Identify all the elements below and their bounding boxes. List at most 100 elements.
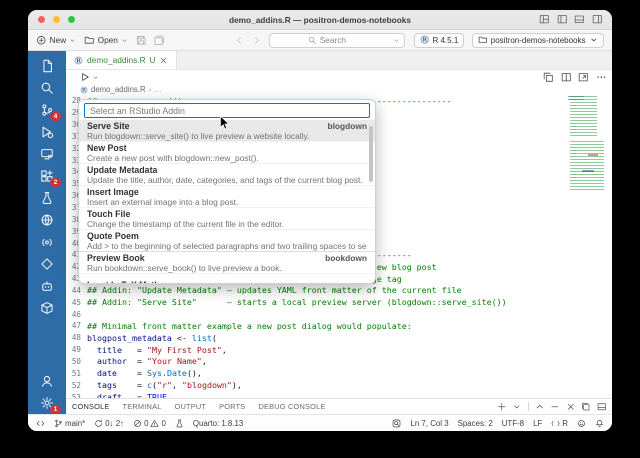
code-line[interactable]: 51 date = Sys.Date(), [66,367,612,379]
search-icon[interactable] [35,77,59,98]
code-line[interactable]: 49 title = "My First Post", [66,344,612,356]
close-tab-icon[interactable] [159,56,168,65]
more-actions-icon[interactable] [596,72,607,83]
customize-layout-icon[interactable] [539,14,550,25]
problems-status[interactable]: 00 [133,419,166,428]
code-line[interactable]: 52 tags = c("r", "blogdown"), [66,379,612,391]
interpreter-button[interactable]: R R 4.5.1 [414,33,464,48]
save-button[interactable] [136,35,147,46]
bell-icon [595,419,604,428]
extensions-icon[interactable]: 2 [35,165,59,186]
broadcast-icon[interactable] [35,231,59,252]
open-in-new-window-icon[interactable] [578,72,589,83]
folder-icon [84,35,95,46]
code-text: author = "Your Name", [87,356,207,366]
navigate-back-icon[interactable] [235,36,244,45]
sync-icon [94,419,103,428]
globe-icon[interactable] [35,209,59,230]
panel-layout-icon[interactable] [597,402,607,412]
source-control-icon[interactable]: 4 [35,99,59,120]
panel-tab-terminal[interactable]: TERMINAL [123,399,162,415]
encoding[interactable]: UTF-8 [502,419,524,428]
minimize-button[interactable] [53,16,60,23]
breadcrumb-ellipsis[interactable]: … [154,85,162,94]
run-file-icon[interactable] [80,72,90,82]
save-all-button[interactable] [154,35,165,46]
quickpick-item[interactable]: Preview BookbookdownRun bookdown::serve_… [79,251,375,273]
zoom-control[interactable] [392,419,401,428]
new-button[interactable]: New [36,35,76,46]
quickpick-item[interactable]: Touch FileChange the timestamp of the cu… [79,207,375,229]
quickpick-item[interactable]: Update MetadataUpdate the title, author,… [79,163,375,185]
session-status[interactable] [175,419,184,428]
command-center-search[interactable] [269,33,405,48]
panel-tab-console[interactable]: CONSOLE [72,399,110,415]
new-console-icon[interactable] [497,402,507,412]
account-icon[interactable] [35,370,59,391]
top-action-bar: New Open [28,30,612,51]
line-number: 52 [66,381,87,390]
close-button[interactable] [38,16,45,23]
feedback[interactable] [577,419,586,428]
code-line[interactable]: 47## Minimal front matter example a new … [66,320,612,332]
console-options-chevron-icon[interactable] [512,402,522,412]
toggle-panel-icon[interactable] [574,14,585,25]
quickpick-item[interactable]: New PostCreate a new post with blogdown:… [79,141,375,163]
sync-status[interactable]: 0↓ 2↑ [94,419,124,428]
notifications[interactable] [595,419,604,428]
remote-indicator[interactable] [36,419,45,428]
line-number: 51 [66,369,87,378]
addin-description: Insert an external image into a blog pos… [87,197,367,207]
panel-tab-output[interactable]: OUTPUT [175,399,207,415]
maximize-panel-icon[interactable] [535,402,545,412]
breadcrumb-file[interactable]: demo_addins.R [91,85,146,94]
minimize-panel-icon[interactable] [550,402,560,412]
quickpick-input[interactable] [90,106,364,116]
code-line[interactable]: 44## Addin: "Update Metadata" — updates … [66,285,612,297]
code-line[interactable]: 50 author = "Your Name", [66,356,612,368]
addin-description: Run blogdown::serve_site() to live previ… [87,131,367,141]
quickpick-scrollbar[interactable] [369,126,373,182]
close-panel-icon[interactable] [566,402,576,412]
toggle-secondary-sidebar-icon[interactable] [592,14,603,25]
code-line[interactable]: 48blogpost_metadata <- list( [66,332,612,344]
quarto-status[interactable]: Quarto: 1.8.13 [193,419,243,428]
zoom-button[interactable] [68,16,75,23]
braces-icon: { } [551,419,560,428]
diamond-icon [40,257,54,271]
open-in-new-window-icon[interactable] [581,402,591,412]
testing-icon[interactable] [35,187,59,208]
quickpick-item[interactable]: Quote PoemAdd > to the beginning of sele… [79,229,375,251]
console-icon[interactable] [35,143,59,164]
quickpick-item[interactable]: Insert ImageInsert an external image int… [79,185,375,207]
tab-demo-addins[interactable]: R demo_addins.R U [66,51,177,69]
eol[interactable]: LF [533,419,542,428]
split-editor-icon[interactable] [561,72,572,83]
language-mode[interactable]: { }R [551,419,568,428]
breadcrumb[interactable]: R demo_addins.R › … [66,84,612,95]
workspace-button[interactable]: positron-demos-notebooks [472,33,604,48]
diamond-icon[interactable] [35,253,59,274]
open-button[interactable]: Open [84,35,128,46]
code-line[interactable]: 53 draft = TRUE [66,391,612,398]
run-options-chevron-icon[interactable] [92,74,99,81]
indentation[interactable]: Spaces: 2 [458,419,493,428]
minimap[interactable] [568,96,608,296]
panel-tab-ports[interactable]: PORTS [219,399,245,415]
package-icon[interactable] [35,297,59,318]
toggle-sidebar-icon[interactable] [557,14,568,25]
quickpick-item[interactable]: Input LaTeX Math [79,273,375,284]
assistant-icon[interactable] [35,275,59,296]
branch-status[interactable]: main* [54,419,85,428]
run-debug-icon[interactable] [35,121,59,142]
code-line[interactable]: 46 [66,308,612,320]
panel-tab-debug-console[interactable]: DEBUG CONSOLE [258,399,325,415]
settings-gear-icon[interactable]: 1 [35,392,59,413]
explorer-icon[interactable] [35,55,59,76]
code-line[interactable]: 45## Addin: "Serve Site" — starts a loca… [66,296,612,308]
open-changes-icon[interactable] [543,72,554,83]
cursor-position[interactable]: Ln 7, Col 3 [410,419,448,428]
status-text: 0↓ 2↑ [105,419,124,428]
navigate-forward-icon[interactable] [252,36,261,45]
search-input[interactable] [320,35,366,45]
